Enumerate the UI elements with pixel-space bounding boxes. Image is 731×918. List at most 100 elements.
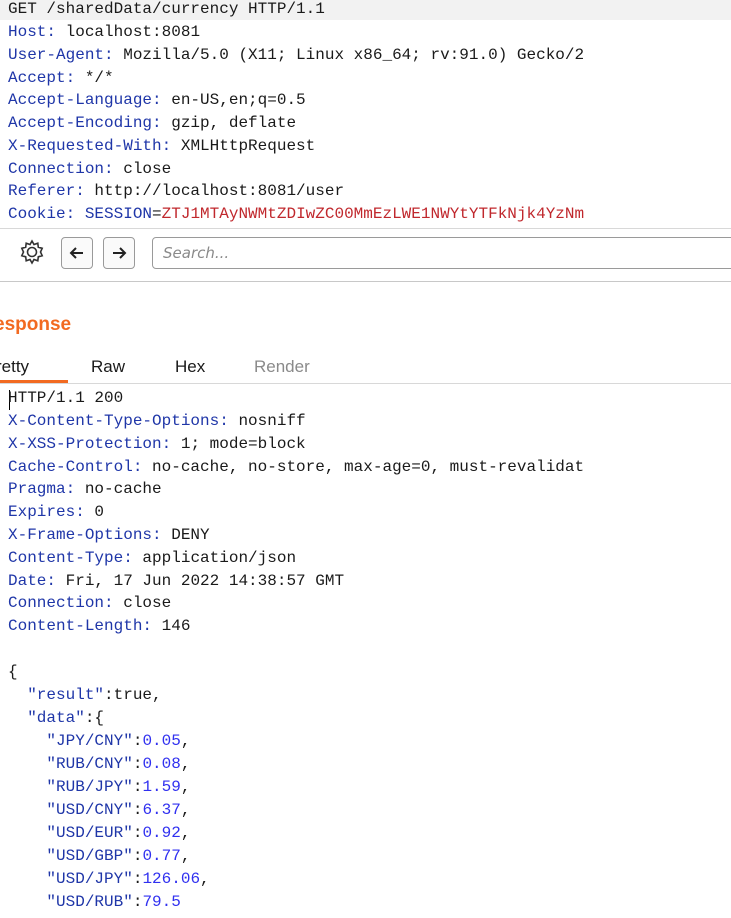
- json-rate-value: 1.59: [142, 778, 181, 796]
- json-colon: :: [132, 732, 143, 750]
- header-value: 0: [84, 503, 105, 522]
- forward-button[interactable]: [103, 237, 135, 269]
- header-value: no-cache, no-store, max-age=0, must-reva…: [142, 457, 585, 476]
- response-header-row: Content-Length: 146: [8, 615, 190, 638]
- json-colon: :: [132, 801, 143, 819]
- request-line: GET /sharedData/currency HTTP/1.1: [8, 0, 325, 18]
- json-rate-row: "RUB/CNY":0.08,: [8, 753, 190, 776]
- back-button[interactable]: [61, 237, 93, 269]
- request-header-row: Accept-Language: en-US,en;q=0.5: [8, 89, 306, 112]
- json-rate-row: "JPY/CNY":0.05,: [8, 730, 190, 753]
- header-value: no-cache: [75, 480, 162, 499]
- json-comma: ,: [180, 732, 191, 750]
- json-rate-row: "USD/JPY":126.06,: [8, 868, 210, 891]
- json-rate-row: "RUB/JPY":1.59,: [8, 776, 190, 799]
- header-name: Connection:: [8, 594, 114, 613]
- cookie-name: SESSION: [75, 205, 153, 223]
- cookie-value: ZTJ1MTAyNWMtZDIwZC00MmEzLWE1NWYtYTFkNjk4…: [161, 205, 585, 223]
- header-value: 1; mode=block: [171, 434, 306, 453]
- response-header-row: Pragma: no-cache: [8, 478, 162, 501]
- tab-render[interactable]: Render: [254, 352, 310, 382]
- json-rate-value: 79.5: [142, 893, 181, 911]
- gear-icon[interactable]: [16, 237, 48, 267]
- response-header-row: X-Frame-Options: DENY: [8, 524, 210, 547]
- request-header-row: User-Agent: Mozilla/5.0 (X11; Linux x86_…: [8, 44, 584, 67]
- json-open-brace: {: [8, 663, 18, 681]
- header-name: Pragma:: [8, 480, 76, 499]
- response-header-row: Connection: close: [8, 592, 171, 615]
- header-value: XMLHttpRequest: [171, 136, 316, 155]
- json-colon: :: [132, 778, 143, 796]
- json-data-line: "data":{: [8, 707, 104, 730]
- json-result-value: true,: [113, 686, 162, 704]
- request-editor[interactable]: GET /sharedData/currency HTTP/1.1 Host: …: [0, 0, 731, 228]
- header-value: gzip, deflate: [161, 114, 297, 132]
- json-colon: :: [132, 755, 143, 773]
- tab-hex[interactable]: Hex: [175, 352, 205, 382]
- tab-pretty[interactable]: retty: [0, 352, 29, 382]
- json-rate-row: "USD/RUB":79.5: [8, 891, 181, 914]
- header-value: close: [113, 159, 172, 178]
- json-rate-value: 0.92: [142, 824, 181, 842]
- json-colon: :: [132, 824, 143, 842]
- json-result-line: "result":true,: [8, 684, 162, 707]
- json-colon: :: [132, 847, 143, 865]
- json-rate-key: "RUB/CNY": [8, 755, 133, 773]
- json-rate-value: 126.06: [142, 870, 201, 888]
- response-header-row: Content-Type: application/json: [8, 547, 296, 570]
- header-name: Content-Length:: [8, 617, 153, 636]
- json-rate-key: "USD/JPY": [8, 870, 133, 888]
- response-header-row: Cache-Control: no-cache, no-store, max-a…: [8, 456, 584, 479]
- json-comma: ,: [200, 870, 210, 888]
- header-value: nosniff: [228, 412, 306, 430]
- json-rate-key: "USD/RUB": [8, 893, 133, 911]
- request-header-row: Connection: close: [8, 158, 171, 181]
- help-icon[interactable]: [0, 237, 6, 267]
- header-value: en-US,en;q=0.5: [161, 91, 306, 110]
- cookie-equals: =: [152, 205, 162, 223]
- request-header-row: Accept: */*: [8, 67, 114, 90]
- json-comma: ,: [180, 778, 191, 796]
- header-name: Accept-Language:: [8, 91, 162, 110]
- header-name: X-XSS-Protection:: [8, 434, 172, 453]
- arrow-right-icon: [113, 247, 127, 259]
- header-name: X-Frame-Options:: [8, 526, 162, 544]
- header-value: application/json: [132, 548, 297, 567]
- request-header-row: X-Requested-With: XMLHttpRequest: [8, 135, 315, 158]
- response-header-row: X-XSS-Protection: 1; mode=block: [8, 433, 306, 456]
- search-input[interactable]: [152, 237, 731, 269]
- json-rate-row: "USD/EUR":0.92,: [8, 822, 190, 845]
- header-value: DENY: [161, 526, 210, 544]
- json-comma: ,: [180, 801, 191, 819]
- json-rate-value: 6.37: [142, 801, 181, 819]
- header-name: Referer:: [8, 182, 85, 201]
- tab-divider: [0, 383, 731, 384]
- header-name: Accept-Encoding:: [8, 114, 162, 132]
- request-header-row: Host: localhost:8081: [8, 21, 200, 44]
- header-name: X-Requested-With:: [8, 136, 172, 155]
- header-name: User-Agent:: [8, 45, 114, 64]
- json-rate-value: 0.77: [142, 847, 181, 865]
- tab-raw[interactable]: Raw: [91, 352, 125, 382]
- response-title: esponse: [0, 314, 72, 335]
- header-value: http://localhost:8081/user: [84, 182, 345, 201]
- request-header-row: Referer: http://localhost:8081/user: [8, 180, 344, 203]
- json-data-sep: :{: [84, 709, 105, 727]
- cookie-header-name: Cookie:: [8, 205, 76, 223]
- header-value: Mozilla/5.0 (X11; Linux x86_64; rv:91.0)…: [113, 45, 585, 64]
- json-rate-value: 0.05: [142, 732, 181, 750]
- request-header-row: Accept-Encoding: gzip, deflate: [8, 112, 296, 135]
- arrow-left-icon: [69, 247, 83, 259]
- json-data-key: "data": [8, 709, 85, 727]
- header-name: Expires:: [8, 503, 85, 522]
- json-rate-key: "JPY/CNY": [8, 732, 133, 750]
- header-value: localhost:8081: [56, 23, 201, 41]
- request-toolbar: [0, 228, 731, 282]
- header-value: Fri, 17 Jun 2022 14:38:57 GMT: [56, 571, 345, 590]
- response-header-row: X-Content-Type-Options: nosniff: [8, 410, 306, 433]
- json-rate-key: "USD/GBP": [8, 847, 133, 865]
- header-name: Cache-Control:: [8, 457, 143, 476]
- json-rate-row: "USD/CNY":6.37,: [8, 799, 190, 822]
- response-header-row: Date: Fri, 17 Jun 2022 14:38:57 GMT: [8, 570, 344, 593]
- json-rate-key: "USD/EUR": [8, 824, 133, 842]
